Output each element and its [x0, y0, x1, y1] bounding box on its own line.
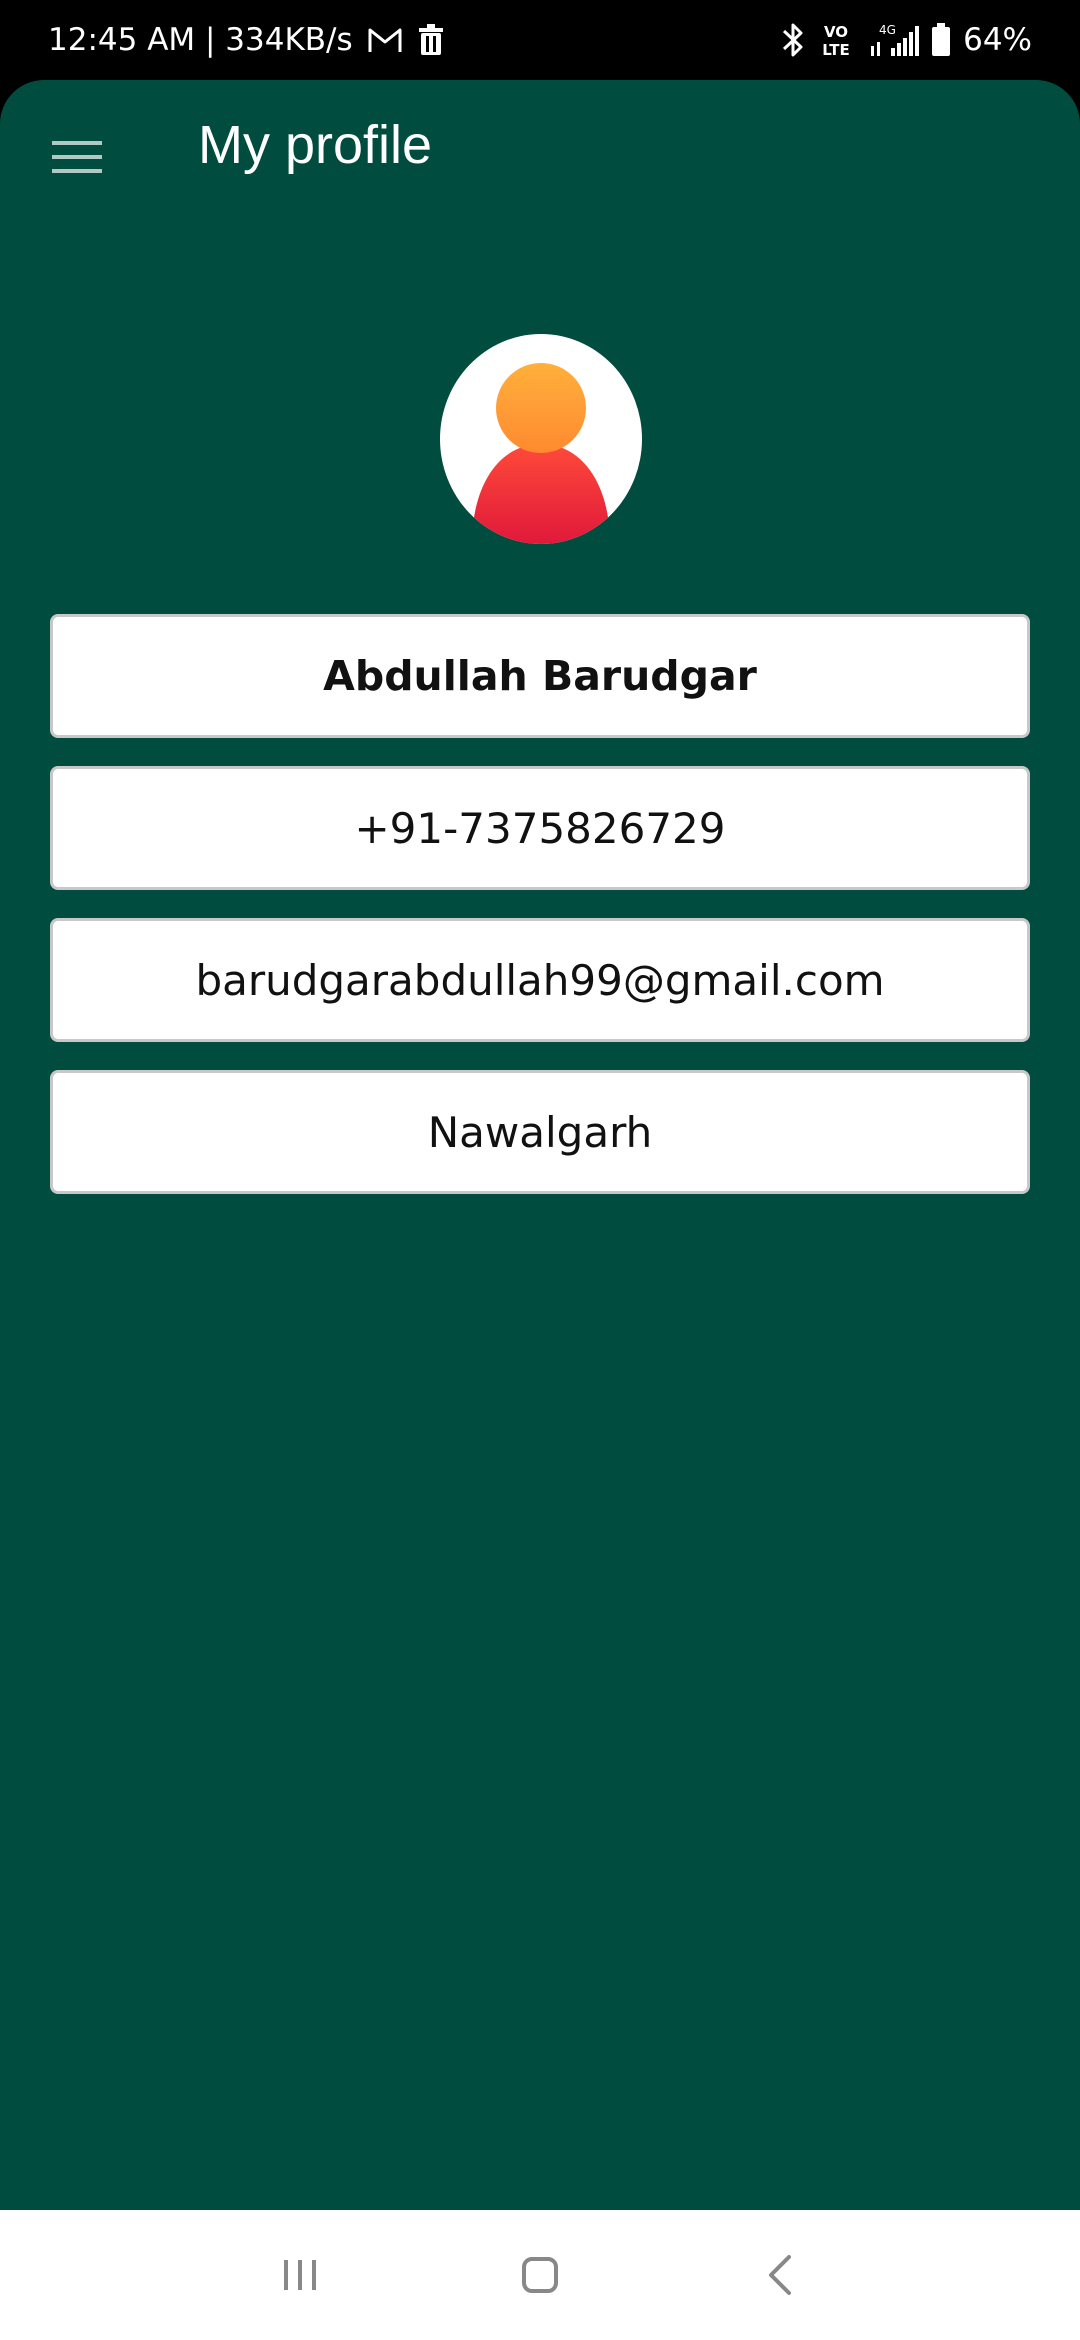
svg-text:LTE: LTE: [822, 41, 850, 58]
status-right: VO LTE 4G 64%: [781, 22, 1032, 58]
person-icon: [472, 363, 610, 544]
status-bar: 12:45 AM | 334KB/s VO LTE 4G 64%: [0, 0, 1080, 80]
bluetooth-icon: [781, 22, 805, 58]
city-field: Nawalgarh: [50, 1070, 1030, 1194]
status-time-speed: 12:45 AM | 334KB/s: [48, 22, 353, 58]
recents-icon: [284, 2260, 316, 2290]
signal-icon: 4G: [867, 22, 920, 58]
name-field: Abdullah Barudgar: [50, 614, 1030, 738]
phone-field: +91-7375826729: [50, 766, 1030, 890]
home-icon: [522, 2257, 558, 2293]
profile-screen: My profile Abdullah Barudgar +91-7375826…: [0, 80, 1080, 2210]
battery-percent: 64%: [963, 22, 1032, 58]
status-left: 12:45 AM | 334KB/s: [48, 22, 445, 58]
toolbar: My profile: [0, 80, 1080, 224]
volte-icon: VO LTE: [817, 22, 855, 58]
trash-icon: [417, 24, 445, 56]
avatar[interactable]: [440, 334, 642, 544]
navigation-bar: [0, 2210, 1080, 2340]
home-button[interactable]: [500, 2235, 580, 2315]
hamburger-icon: [52, 141, 102, 173]
email-field: barudgarabdullah99@gmail.com: [50, 918, 1030, 1042]
battery-icon: [931, 23, 951, 57]
svg-text:VO: VO: [824, 23, 848, 41]
gmail-icon: [367, 25, 403, 55]
back-icon: [769, 2255, 791, 2295]
back-button[interactable]: [740, 2235, 820, 2315]
menu-button[interactable]: [44, 124, 110, 190]
network-type: 4G: [879, 23, 896, 37]
recents-button[interactable]: [260, 2235, 340, 2315]
page-title: My profile: [198, 115, 433, 175]
